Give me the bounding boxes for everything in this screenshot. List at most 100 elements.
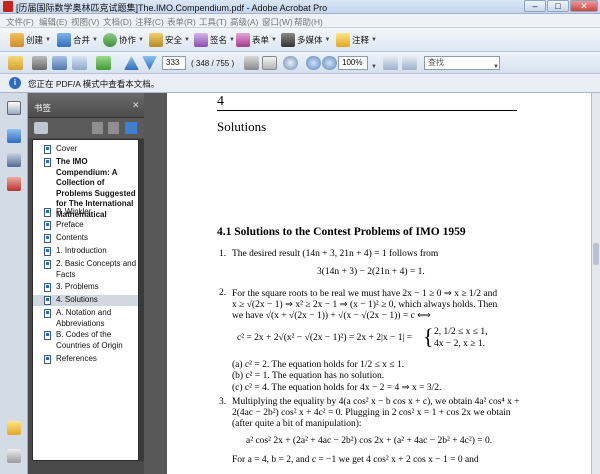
pages-icon[interactable] <box>7 101 21 115</box>
menu-window[interactable]: 窗口(W) <box>262 16 293 28</box>
print-icon[interactable] <box>32 56 47 70</box>
bookmark-item[interactable]: 1. Introduction <box>33 246 138 257</box>
zoom-out-icon[interactable] <box>306 56 321 70</box>
bookmark-item[interactable]: References <box>33 354 138 365</box>
menu-help[interactable]: 帮助(H) <box>294 16 323 28</box>
menu-view[interactable]: 视图(V) <box>71 16 99 28</box>
attachments-icon[interactable] <box>7 177 21 191</box>
sign-button[interactable]: 签名 ▼ <box>194 32 235 48</box>
sign-label: 签名 <box>210 35 228 45</box>
delete-bookmark-icon[interactable] <box>92 122 103 134</box>
bookmark-item[interactable]: Preface <box>33 220 138 231</box>
next-page-icon[interactable] <box>142 56 157 70</box>
zoom-dropdown-icon[interactable]: ▼ <box>371 60 377 70</box>
signatures-icon[interactable] <box>7 153 21 167</box>
bookmarks-panel: 书签 ✕ Cover The IMO Compendium: A Collect… <box>28 93 144 474</box>
combine-button[interactable]: 合并 ▼ <box>57 32 98 48</box>
expand-bookmark-icon[interactable] <box>125 122 137 134</box>
close-button[interactable]: ✕ <box>570 0 598 12</box>
chevron-down-icon: ▼ <box>45 37 51 43</box>
multimedia-label: 多媒体 <box>297 35 323 45</box>
create-button[interactable]: 创建 ▼ <box>10 32 51 48</box>
bookmarks-title: 书签 <box>34 103 52 113</box>
comment-icon <box>336 33 350 47</box>
chevron-down-icon: ▼ <box>229 37 235 43</box>
edit-icon[interactable] <box>7 449 21 463</box>
forms-button[interactable]: 表单 ▼ <box>236 32 277 48</box>
bookmark-item[interactable]: 3. Problems <box>33 282 138 293</box>
bookmark-item[interactable]: B. Codes of the Countries of Origin <box>33 330 138 351</box>
problem-number: 2. <box>219 288 227 298</box>
document-page: 4 Solutions 4.1 Solutions to the Contest… <box>167 93 591 474</box>
search-input[interactable]: 查找 <box>424 56 500 70</box>
combine-icon <box>57 33 71 47</box>
previous-page-icon[interactable] <box>124 56 139 70</box>
chapter-number: 4 <box>217 94 224 109</box>
open-icon[interactable] <box>8 56 23 70</box>
bookmark-item[interactable]: P. Winkler <box>33 207 138 218</box>
document-scrollbar[interactable] <box>591 93 600 474</box>
collaborate-label: 协作 <box>119 35 137 45</box>
equation: a² cos² 2x + (2a² + 4ac − 2b²) cos 2x + … <box>246 436 493 446</box>
comments-icon[interactable] <box>7 421 21 435</box>
bookmark-page-icon <box>44 309 51 318</box>
equation: 3(14n + 3) − 2(21n + 4) = 1. <box>317 267 425 277</box>
zoom-tool-icon[interactable] <box>283 56 298 70</box>
multimedia-button[interactable]: 多媒体 ▼ <box>281 32 330 48</box>
equation-case: 4x − 2, x ≥ 1. <box>434 339 485 349</box>
select-tool-icon[interactable] <box>244 56 259 70</box>
bookmark-item[interactable]: 2. Basic Concepts and Facts <box>33 259 138 280</box>
menu-document[interactable]: 文档(D) <box>103 16 132 28</box>
panel-splitter[interactable] <box>144 93 167 474</box>
menu-edit[interactable]: 编辑(E) <box>39 16 67 28</box>
bookmark-page-icon <box>44 234 51 243</box>
collaborate-button[interactable]: 协作 ▼ <box>103 32 144 48</box>
new-bookmark-icon[interactable] <box>108 122 119 134</box>
options-menu-icon[interactable] <box>34 122 48 134</box>
menu-comments[interactable]: 注释(C) <box>135 16 164 28</box>
chapter-title: Solutions <box>217 119 267 134</box>
hand-tool-icon[interactable] <box>262 56 277 70</box>
email-icon[interactable] <box>72 56 87 70</box>
problem-text: x ≥ √(2x − 1) ⇒ x² ≥ 2x − 1 ⇒ (x − 1)² ≥… <box>232 300 498 310</box>
fit-page-icon[interactable] <box>383 56 398 70</box>
menu-file[interactable]: 文件(F) <box>6 16 34 28</box>
bookmark-item[interactable]: Cover <box>33 144 138 155</box>
fit-width-icon[interactable] <box>402 56 417 70</box>
bookmark-label: 3. Problems <box>56 282 99 291</box>
menu-bar: 文件(F) 编辑(E) 视图(V) 文档(D) 注释(C) 表单(R) 工具(T… <box>0 14 600 28</box>
bookmark-item[interactable]: Contents <box>33 233 138 244</box>
scrollbar-thumb[interactable] <box>593 243 599 265</box>
security-label: 安全 <box>165 35 183 45</box>
bookmark-label: 4. Solutions <box>56 295 98 304</box>
bookmark-page-icon <box>44 247 51 256</box>
brace: { <box>423 324 434 349</box>
save-icon[interactable] <box>52 56 67 70</box>
comment-label: 注释 <box>352 35 370 45</box>
create-pdf-icon <box>10 33 24 47</box>
navigation-toolbar: 333 ( 348 / 755 ) 100% ▼ 查找 ▼ <box>0 52 600 74</box>
menu-tools[interactable]: 工具(T) <box>199 16 227 28</box>
page-number-input[interactable]: 333 <box>162 56 186 70</box>
task-toolbar: 创建 ▼ 合并 ▼ 协作 ▼ 安全 ▼ 签名 ▼ 表单 ▼ 多媒体 ▼ 注释 ▼ <box>0 28 600 52</box>
bookmark-item-selected[interactable]: 4. Solutions <box>33 295 138 306</box>
bookmark-page-icon <box>44 145 51 154</box>
zoom-in-icon[interactable] <box>322 56 337 70</box>
bookmarks-icon[interactable] <box>7 129 21 143</box>
bookmark-page-icon <box>44 221 51 230</box>
menu-advanced[interactable]: 高级(A) <box>230 16 258 28</box>
zoom-level-input[interactable]: 100% <box>338 56 368 70</box>
problem-text: (c) c² = 4. The equation holds for 4x − … <box>232 383 442 393</box>
bookmark-item[interactable]: A. Notation and Abbreviations <box>33 308 138 329</box>
minimize-button[interactable]: – <box>524 0 546 12</box>
chevron-down-icon: ▼ <box>184 37 190 43</box>
window-title: [历届国际数学奥林匹克试题集]The.IMO.Compendium.pdf - … <box>16 3 328 13</box>
menu-forms[interactable]: 表单(R) <box>167 16 196 28</box>
close-panel-icon[interactable]: ✕ <box>132 100 140 111</box>
share-icon[interactable] <box>96 56 111 70</box>
create-label: 创建 <box>26 35 44 45</box>
security-button[interactable]: 安全 ▼ <box>149 32 190 48</box>
comment-button[interactable]: 注释 ▼ <box>336 32 377 48</box>
maximize-button[interactable]: □ <box>547 0 569 12</box>
search-dropdown-icon[interactable]: ▼ <box>493 60 499 70</box>
